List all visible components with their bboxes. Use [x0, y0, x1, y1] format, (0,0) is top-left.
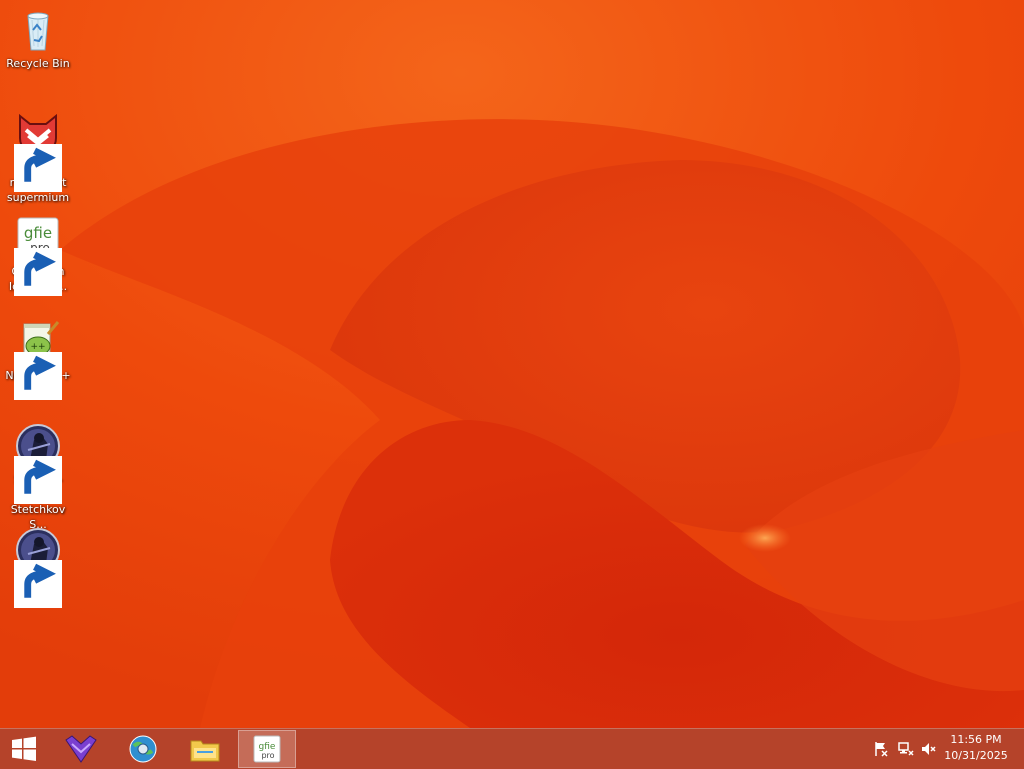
desktop-icon-notepad-plus-plus[interactable]: ++ Notepad++ — [2, 318, 74, 400]
shortcut-arrow-icon — [14, 144, 62, 192]
wallpaper — [0, 0, 1024, 728]
desktop-icon-recycle-bin[interactable]: Recycle Bin — [2, 6, 74, 71]
desktop-icon-r3dfox[interactable]: totally r3dfox not supermium — [2, 110, 74, 205]
flag-icon[interactable] — [873, 741, 889, 757]
taskbar-greenfish-button[interactable]: gfie pro — [238, 730, 296, 768]
recycle-bin-icon — [14, 6, 62, 54]
svg-text:++: ++ — [30, 342, 45, 352]
clock-time: 11:56 PM — [950, 733, 1002, 746]
system-clock[interactable]: 11:56 PM 10/31/2025 — [936, 732, 1016, 764]
windows-logo-icon — [10, 735, 38, 763]
start-button[interactable] — [0, 730, 48, 768]
shortcut-arrow-icon — [14, 352, 62, 400]
desktop[interactable]: Recycle Bin totally r3dfox not supermium… — [0, 0, 1024, 728]
r3dfox-browser-icon — [64, 734, 98, 764]
shortcut-arrow-icon — [14, 560, 62, 608]
volume-muted-icon[interactable] — [921, 741, 937, 757]
taskbar-r3dfox-button[interactable] — [52, 730, 110, 768]
swat4-expansion-icon — [14, 422, 62, 504]
desktop-icon-swat4-expansion[interactable]: SWAT 4 - The Stetchkov S... — [2, 422, 74, 532]
network-icon[interactable] — [898, 741, 914, 757]
shortcut-arrow-icon — [14, 248, 62, 296]
clock-date: 10/31/2025 — [944, 749, 1008, 762]
globe-browser-icon — [128, 734, 158, 764]
swat4-icon — [14, 526, 62, 608]
shortcut-arrow-icon — [14, 456, 62, 504]
desktop-icon-greenfish[interactable]: gfie pro Greenfish Icon Edit... — [2, 214, 74, 296]
desktop-icon-label: Recycle Bin — [6, 57, 70, 70]
folder-icon — [189, 735, 221, 763]
taskbar[interactable]: gfie pro 11:56 PM 10/31/2025 — [0, 728, 1024, 769]
svg-text:pro: pro — [261, 751, 274, 760]
notepad-plus-plus-icon: ++ — [14, 318, 62, 400]
taskbar-browser-button[interactable] — [114, 730, 172, 768]
greenfish-logo-text: gfie — [24, 224, 52, 242]
greenfish-icon: gfie pro — [14, 214, 62, 296]
desktop-icon-swat4[interactable]: SWAT 4 — [2, 526, 74, 608]
r3dfox-icon — [14, 110, 62, 192]
taskbar-file-explorer-button[interactable] — [176, 730, 234, 768]
greenfish-icon: gfie pro — [252, 734, 282, 764]
